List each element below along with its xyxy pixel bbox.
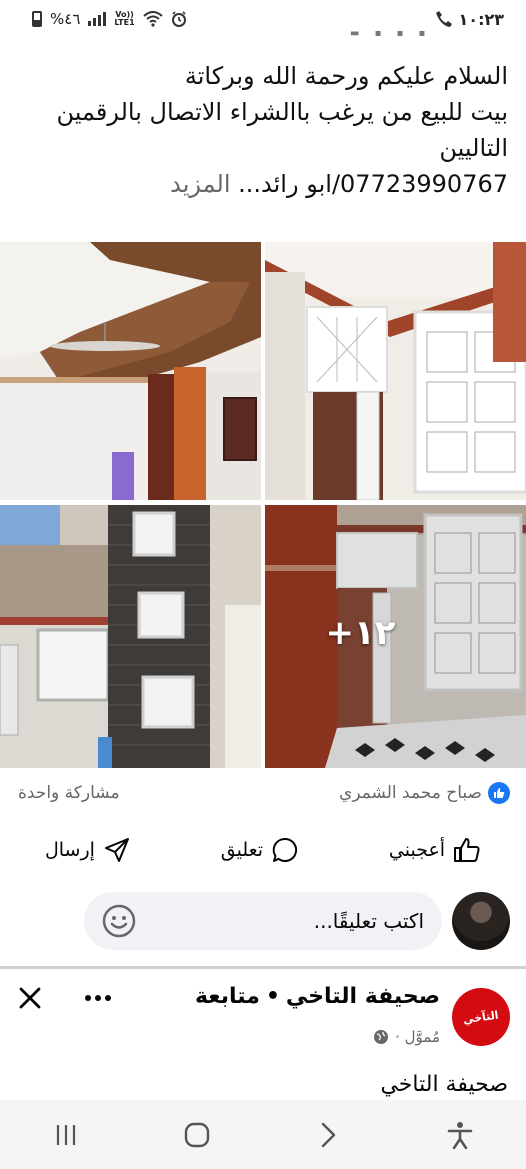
like-reaction-icon [488, 782, 510, 804]
photo-exterior-facade-image [0, 505, 261, 768]
photo-living-room-image [0, 242, 261, 500]
hide-post-button[interactable] [14, 982, 46, 1014]
alarm-icon [171, 11, 186, 27]
accessibility-button[interactable] [430, 1110, 490, 1160]
post-text: السلام عليكم ورحمة الله وبركاتة بيت للبي… [13, 58, 508, 202]
photo-living-room[interactable] [0, 242, 261, 500]
next-post-header: التآخي صحيفة التاخي•متابعة مُموَّل · صحي… [0, 972, 526, 1100]
sponsored-label: مُموَّل · [395, 1028, 440, 1046]
back-button[interactable] [299, 1110, 359, 1160]
like-button[interactable]: أعجبني [379, 833, 491, 867]
post-actions: أعجبني تعليق إرسال [0, 828, 526, 872]
recent-apps-button[interactable] [36, 1110, 96, 1160]
see-more-link[interactable]: المزيد [170, 170, 230, 198]
more-dots-icon [85, 995, 111, 1001]
follow-button[interactable]: متابعة [195, 984, 260, 1009]
like-label: أعجبني [388, 839, 446, 861]
name-separator: • [265, 984, 280, 1009]
page-name-line: صحيفة التاخي•متابعة [195, 984, 440, 1009]
more-photos-overlay[interactable]: +١٢ [265, 505, 526, 768]
post-options-button[interactable] [80, 982, 116, 1014]
comment-label: تعليق [220, 839, 264, 861]
sponsored-line: مُموَّل · [373, 1028, 440, 1046]
comment-input[interactable]: اكتب تعليقًا... [84, 892, 442, 950]
photo-porch-more[interactable]: +١٢ [265, 505, 526, 768]
reactors[interactable]: صباح محمد الشمري [339, 782, 510, 804]
photo-exterior-facade[interactable] [0, 505, 261, 768]
status-right: ١٠:٢٣ [435, 10, 504, 29]
post-line-1: السلام عليكم ورحمة الله وبركاتة [184, 62, 508, 90]
home-icon [185, 1122, 210, 1147]
send-arrow-icon [104, 838, 129, 862]
comment-button[interactable]: تعليق [211, 832, 309, 868]
post-line-4: 07723990767/ابو رائد... المزيد [13, 166, 508, 202]
more-photos-count: +١٢ [325, 612, 396, 653]
user-avatar[interactable] [452, 892, 510, 950]
scroll-peek-strip: ▬ ▪ ▪ ▪ [350, 28, 432, 39]
back-chevron-icon [321, 1122, 335, 1147]
wifi-icon [142, 11, 163, 27]
send-label: إرسال [44, 839, 95, 861]
battery-level: %٤٦ [50, 10, 81, 28]
post-phone-text: 07723990767/ابو رائد... [238, 170, 508, 198]
feed-divider [0, 966, 526, 969]
thumbs-up-icon [454, 838, 480, 862]
post-line-2: بيت للبيع من يرغب باالشراء الاتصال بالرق… [56, 98, 508, 126]
post-line-3: التاليين [439, 134, 508, 162]
reactions-summary: صباح محمد الشمري مشاركة واحدة [18, 778, 510, 808]
status-left: %٤٦ Vo)) LTE1 [32, 10, 187, 28]
accessibility-icon [447, 1121, 473, 1149]
clock: ١٠:٢٣ [458, 9, 504, 29]
recent-apps-icon [56, 1124, 75, 1145]
android-nav-bar [0, 1100, 526, 1169]
battery-icon [32, 11, 42, 27]
page-logo[interactable]: التآخي [452, 988, 510, 1046]
reactor-name: صباح محمد الشمري [339, 783, 482, 803]
page-name[interactable]: صحيفة التاخي [286, 984, 440, 1009]
comment-bubble-icon [272, 837, 298, 862]
phone-call-icon [435, 11, 452, 27]
comment-composer: اكتب تعليقًا... [0, 890, 526, 952]
shares-count[interactable]: مشاركة واحدة [18, 783, 120, 803]
comment-placeholder: اكتب تعليقًا... [313, 909, 424, 933]
emoji-icon[interactable] [102, 904, 136, 938]
volte-indicator: Vo)) LTE1 [114, 11, 134, 27]
page-logo-text: التآخي [462, 1008, 500, 1026]
next-post-snippet: صحيفة التاخي [380, 1072, 508, 1097]
send-button[interactable]: إرسال [35, 832, 141, 868]
home-button[interactable] [167, 1110, 227, 1160]
globe-icon [374, 1030, 389, 1044]
close-icon [19, 987, 41, 1009]
lte-label: LTE1 [114, 18, 135, 27]
photo-entrance-windows-image [265, 242, 526, 500]
signal-icon [88, 12, 107, 26]
photo-entrance-windows[interactable] [265, 242, 526, 500]
